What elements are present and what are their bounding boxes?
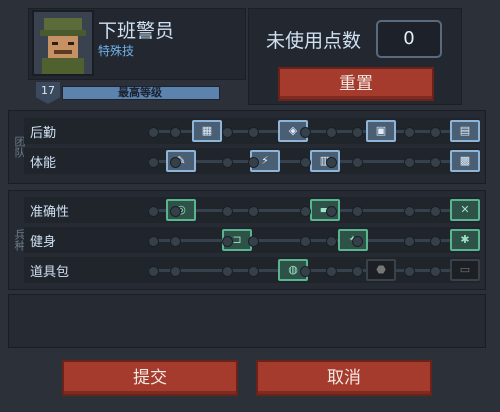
track-dot: [352, 266, 363, 277]
track-dot: [430, 206, 441, 217]
skill-row-label: 道具包: [30, 265, 70, 280]
track-dot: [352, 236, 363, 247]
track-dot: [300, 236, 311, 247]
track-dot: [430, 236, 441, 247]
unused-points-value: 0: [376, 20, 442, 58]
submit-button[interactable]: 提交: [62, 360, 238, 396]
track-dot: [148, 157, 159, 168]
track-dot: [326, 236, 337, 247]
skill-row-label: 健身: [30, 235, 57, 250]
track-dot: [170, 206, 181, 217]
track-dot: [148, 206, 159, 217]
skill-node[interactable]: ✕: [450, 199, 480, 221]
skill-node[interactable]: ✱: [450, 229, 480, 251]
skill-node[interactable]: ▩: [450, 150, 480, 172]
cancel-button[interactable]: 取消: [256, 360, 432, 396]
track-dot: [148, 236, 159, 247]
track-dot: [222, 266, 233, 277]
track-dot: [248, 266, 259, 277]
track-dot: [404, 266, 415, 277]
soldier-portrait-icon: [40, 18, 86, 74]
track-dot: [170, 236, 181, 247]
track-dot: [248, 236, 259, 247]
track-dot: [326, 266, 337, 277]
track-dot: [248, 157, 259, 168]
skill-node[interactable]: ▭: [450, 259, 480, 281]
description-panel: [8, 294, 486, 348]
track-dot: [300, 206, 311, 217]
soldier-avatar: [32, 10, 94, 76]
track-dot: [352, 157, 363, 168]
track-dot: [148, 266, 159, 277]
character-name: 下班警员: [98, 20, 175, 42]
reset-button[interactable]: 重置: [278, 67, 434, 101]
track-dot: [430, 127, 441, 138]
track-dot: [404, 157, 415, 168]
unused-points-label: 未使用点数: [266, 30, 362, 52]
track-dot: [300, 157, 311, 168]
track-dot: [404, 236, 415, 247]
track-dot: [148, 127, 159, 138]
track-dot: [300, 127, 311, 138]
track-dot: [170, 266, 181, 277]
track-dot: [222, 157, 233, 168]
skill-row-label: 后勤: [30, 126, 57, 141]
track-dot: [430, 266, 441, 277]
track-dot: [300, 266, 311, 277]
track-dot: [248, 206, 259, 217]
track-dot: [352, 206, 363, 217]
track-dot: [222, 206, 233, 217]
track-dot: [248, 127, 259, 138]
track-dot: [430, 157, 441, 168]
track-dot: [170, 157, 181, 168]
track-dot: [326, 206, 337, 217]
track-dot: [170, 127, 181, 138]
track-dot: [326, 127, 337, 138]
track-dot: [222, 236, 233, 247]
skill-node[interactable]: ⬣: [366, 259, 396, 281]
track-dot: [222, 127, 233, 138]
track-dot: [326, 157, 337, 168]
track-dot: [404, 127, 415, 138]
level-badge: 17: [36, 82, 60, 104]
skill-node[interactable]: ▤: [450, 120, 480, 142]
track-dot: [352, 127, 363, 138]
character-subtitle: 特殊技: [98, 44, 135, 58]
level-status-text: 最高等级: [118, 86, 162, 99]
skill-row-label: 准确性: [30, 205, 70, 220]
track-dot: [404, 206, 415, 217]
skill-node[interactable]: ▦: [192, 120, 222, 142]
skill-row-label: 体能: [30, 156, 57, 171]
skill-node[interactable]: ▣: [366, 120, 396, 142]
